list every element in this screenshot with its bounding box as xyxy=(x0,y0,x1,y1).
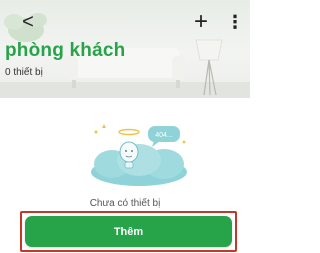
empty-404-illustration: 404... xyxy=(91,124,187,186)
sparkle-icon xyxy=(182,140,186,144)
sparkle-icon xyxy=(94,130,98,134)
room-header: < + ⋮ phòng khách 0 thiết bị xyxy=(0,0,250,98)
room-title: phòng khách xyxy=(5,40,126,61)
add-device-button[interactable]: Thêm xyxy=(25,216,232,247)
device-count: 0 thiết bị xyxy=(5,67,43,78)
cloud-shape xyxy=(91,144,187,186)
sparkle-icon xyxy=(102,124,106,128)
back-button[interactable]: < xyxy=(18,10,38,34)
more-vertical-icon: ⋮ xyxy=(226,12,244,32)
plus-icon: + xyxy=(193,8,208,35)
halo-icon xyxy=(118,128,140,136)
more-options-button[interactable]: ⋮ xyxy=(226,10,244,34)
add-device-label: Thêm xyxy=(113,225,144,238)
empty-state-message: Chưa có thiết bị xyxy=(89,198,161,209)
back-arrow-icon: < xyxy=(22,11,34,33)
speech-bubble: 404... xyxy=(148,126,180,147)
bubble-text: 404... xyxy=(155,132,173,139)
add-button[interactable]: + xyxy=(190,9,212,35)
